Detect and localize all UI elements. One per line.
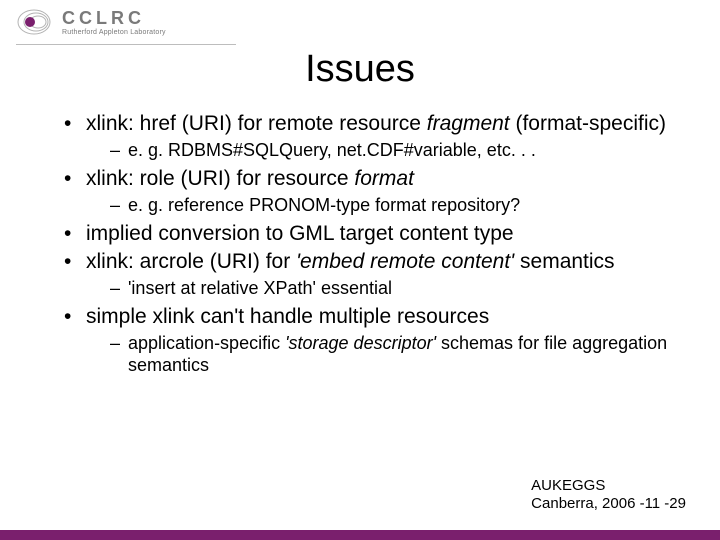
sub-list: 'insert at relative XPath' essential xyxy=(110,277,676,300)
bullet-item: xlink: role (URI) for resource format e.… xyxy=(64,166,676,217)
logo-letters: CCLRC xyxy=(62,9,166,27)
sub-item: 'insert at relative XPath' essential xyxy=(110,277,676,300)
footer-line-1: AUKEGGS xyxy=(531,477,686,496)
sub-list: e. g. RDBMS#SQLQuery, net.CDF#variable, … xyxy=(110,139,676,162)
bullet-item: xlink: arcrole (URI) for 'embed remote c… xyxy=(64,249,676,300)
slide-body: xlink: href (URI) for remote resource fr… xyxy=(0,91,720,377)
accent-bar xyxy=(0,530,720,540)
org-logo: CCLRC Rutherford Appleton Laboratory xyxy=(16,8,166,36)
sub-list: application-specific 'storage descriptor… xyxy=(110,332,676,377)
footer-line-2: Canberra, 2006 -11 -29 xyxy=(531,495,686,514)
bullet-text: xlink: href (URI) for remote resource fr… xyxy=(86,112,666,135)
bullet-text: xlink: arcrole (URI) for 'embed remote c… xyxy=(86,250,615,273)
sub-list: e. g. reference PRONOM-type format repos… xyxy=(110,194,676,217)
bullet-text: xlink: role (URI) for resource format xyxy=(86,167,414,190)
bullet-item: xlink: href (URI) for remote resource fr… xyxy=(64,111,676,162)
sub-item: e. g. RDBMS#SQLQuery, net.CDF#variable, … xyxy=(110,139,676,162)
sub-item: application-specific 'storage descriptor… xyxy=(110,332,676,377)
slide-footer: AUKEGGS Canberra, 2006 -11 -29 xyxy=(531,477,686,515)
bullet-text: simple xlink can't handle multiple resou… xyxy=(86,305,489,328)
sub-item: e. g. reference PRONOM-type format repos… xyxy=(110,194,676,217)
slide: CCLRC Rutherford Appleton Laboratory Iss… xyxy=(0,0,720,540)
bullet-text: implied conversion to GML target content… xyxy=(86,222,514,245)
logo-subtitle: Rutherford Appleton Laboratory xyxy=(62,29,166,36)
bullet-list: xlink: href (URI) for remote resource fr… xyxy=(64,111,676,377)
bullet-item: implied conversion to GML target content… xyxy=(64,221,676,247)
bullet-item: simple xlink can't handle multiple resou… xyxy=(64,304,676,377)
logo-mark-icon xyxy=(16,8,56,36)
logo-divider xyxy=(16,44,236,45)
logo-text: CCLRC Rutherford Appleton Laboratory xyxy=(62,9,166,36)
